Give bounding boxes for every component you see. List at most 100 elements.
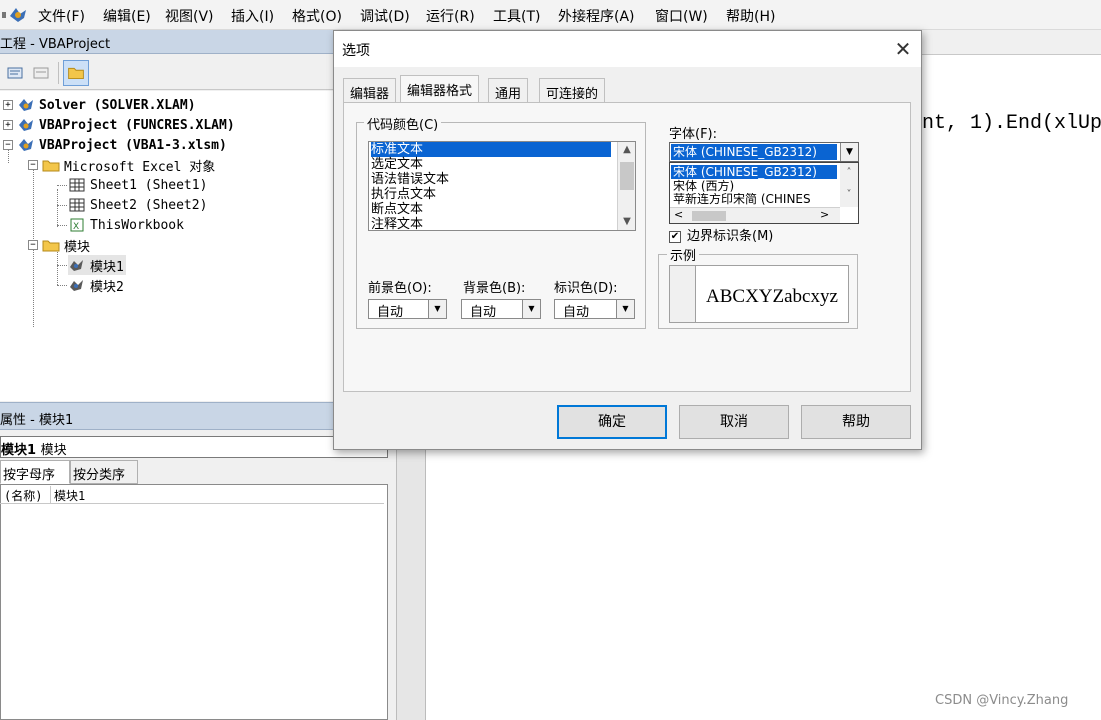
worksheet-icon [69,178,85,192]
tab-alphabetic[interactable]: 按字母序 [0,460,70,484]
grid-divider [50,486,51,504]
scroll-left-icon[interactable]: < [674,208,683,221]
list-item[interactable]: 注释文本 [371,217,611,230]
project-toolbar [0,56,388,90]
module-icon [70,280,83,291]
tree-item-label: ThisWorkbook [90,217,184,233]
tree-item-vba1-3[interactable]: − VBAProject (VBA1-3.xlsm) [3,135,227,155]
foreground-select[interactable]: 自动 ▼ [368,299,447,320]
font-option[interactable]: 宋体 (CHINESE_GB2312) [671,165,837,179]
menu-file[interactable]: 文件(F) [38,6,85,26]
background-select[interactable]: 自动 ▼ [461,299,541,320]
font-select[interactable]: 宋体 (CHINESE_GB2312) ▼ [669,142,859,162]
scroll-up-icon[interactable]: ˄ [840,165,858,181]
tree-item-sheet1[interactable]: Sheet1 (Sheet1) [68,175,207,195]
tree-item-solver[interactable]: + Solver (SOLVER.XLAM) [3,95,196,115]
property-value[interactable]: 模块1 [54,487,85,504]
list-item[interactable]: 语法错误文本 [371,172,611,187]
list-item[interactable]: 断点文本 [371,202,611,217]
menu-bar: 文件(F) 编辑(E) 视图(V) 插入(I) 格式(O) 调试(D) 运行(R… [0,0,1101,30]
tree-item-excel-objects[interactable]: − Microsoft Excel 对象 [28,155,215,175]
menu-insert[interactable]: 插入(I) [231,6,274,26]
indicator-select[interactable]: 自动 ▼ [554,299,635,320]
view-object-icon[interactable] [30,62,52,84]
toggle-folders-icon[interactable] [63,60,89,86]
view-code-icon[interactable] [4,62,26,84]
tree-item-module2[interactable]: 模块2 [68,275,124,295]
menu-view[interactable]: 视图(V) [165,6,214,26]
vba-project-icon [19,119,33,131]
dialog-titlebar: 选项 ✕ [334,31,921,67]
dialog-title: 选项 [342,43,370,59]
properties-object-name: 模块1 [1,443,37,458]
sample-group: ABCXYZabcxyz [658,254,858,329]
property-name: (名称) [4,489,43,503]
sample-margin [670,266,696,322]
font-dropdown-list[interactable]: 宋体 (CHINESE_GB2312) 宋体 (西方) 苹新连方印宋简 (CHI… [669,162,859,224]
menu-run[interactable]: 运行(R) [426,6,475,26]
font-option[interactable]: 苹新连方印宋简 (CHINES [671,193,837,205]
properties-object-text: 模块1 模块 [1,439,67,458]
chevron-down-icon[interactable]: ▼ [616,300,634,318]
dropdown-scrollbar[interactable]: ˄ ˅ [840,163,858,207]
expand-icon[interactable]: + [3,100,13,110]
indicator-label: 标识色(D): [554,281,618,296]
collapse-icon[interactable]: − [28,240,38,250]
menu-debug[interactable]: 调试(D) [360,6,410,26]
expand-icon[interactable]: + [3,120,13,130]
chevron-down-icon[interactable]: ▼ [840,143,858,161]
indicator-value: 自动 [563,305,590,320]
list-item[interactable]: 标准文本 [371,142,611,157]
tab-editor-format[interactable]: 编辑器格式 [400,75,480,103]
scroll-right-icon[interactable]: > [820,208,829,221]
margin-indicator-checkbox[interactable]: ✔ 边界标识条(M) [669,225,773,244]
tree-item-module1[interactable]: 模块1 [68,255,126,275]
tree-item-funcres[interactable]: + VBAProject (FUNCRES.XLAM) [3,115,235,135]
folder-icon [42,240,60,252]
chevron-down-icon[interactable]: ▼ [428,300,446,318]
help-button[interactable]: 帮助 [801,405,911,439]
scroll-down-icon[interactable]: ˅ [840,187,858,203]
project-panel-titlebar: 工程 - VBAProject [0,30,388,54]
scroll-down-icon[interactable]: ▼ [618,214,635,230]
code-colors-listbox[interactable]: 标准文本 选定文本 语法错误文本 执行点文本 断点文本 注释文本 ▲ ▼ [368,141,636,231]
list-item[interactable]: 选定文本 [371,157,611,172]
scroll-thumb[interactable] [620,162,634,190]
tab-docking[interactable]: 可连接的 [539,78,606,102]
scroll-thumb[interactable] [692,211,726,221]
checkmark-icon[interactable]: ✔ [669,230,681,243]
menu-format[interactable]: 格式(O) [292,6,342,26]
menu-tools[interactable]: 工具(T) [493,6,540,26]
menu-window[interactable]: 窗口(W) [655,6,708,26]
ok-button[interactable]: 确定 [557,405,667,439]
toolbar-separator [58,62,59,84]
tree-item-sheet2[interactable]: Sheet2 (Sheet2) [68,195,207,215]
close-icon[interactable]: ✕ [889,35,917,63]
menu-help[interactable]: 帮助(H) [726,6,775,26]
property-row[interactable]: (名称) 模块1 [0,486,384,504]
tab-categorized[interactable]: 按分类序 [70,460,138,484]
tab-editor[interactable]: 编辑器 [343,78,397,102]
collapse-icon[interactable]: − [28,160,38,170]
tree-item-label: Microsoft Excel 对象 [64,159,216,175]
tab-general[interactable]: 通用 [488,78,529,102]
watermark: CSDN @Vincy.Zhang [935,693,1069,708]
list-item[interactable]: 执行点文本 [371,187,611,202]
font-option[interactable]: 宋体 (西方) [671,179,837,193]
scroll-up-icon[interactable]: ▲ [618,142,635,158]
cancel-button[interactable]: 取消 [679,405,789,439]
collapse-icon[interactable]: − [3,140,13,150]
listbox-scrollbar[interactable]: ▲ ▼ [617,142,635,230]
properties-object-selector[interactable]: 模块1 模块 [0,436,388,458]
tree-line [57,189,58,227]
menu-addins[interactable]: 外接程序(A) [558,6,635,26]
background-value: 自动 [470,305,497,320]
tree-line [57,225,67,226]
tree-item-thisworkbook[interactable]: X ThisWorkbook [68,215,184,235]
menu-edit[interactable]: 编辑(E) [103,6,151,26]
properties-object-type: 模块 [40,443,67,458]
vba-app-icon[interactable] [2,4,32,26]
chevron-down-icon[interactable]: ▼ [522,300,540,318]
tree-item-modules[interactable]: − 模块 [28,235,90,255]
dropdown-hscrollbar[interactable]: < > [670,207,840,223]
